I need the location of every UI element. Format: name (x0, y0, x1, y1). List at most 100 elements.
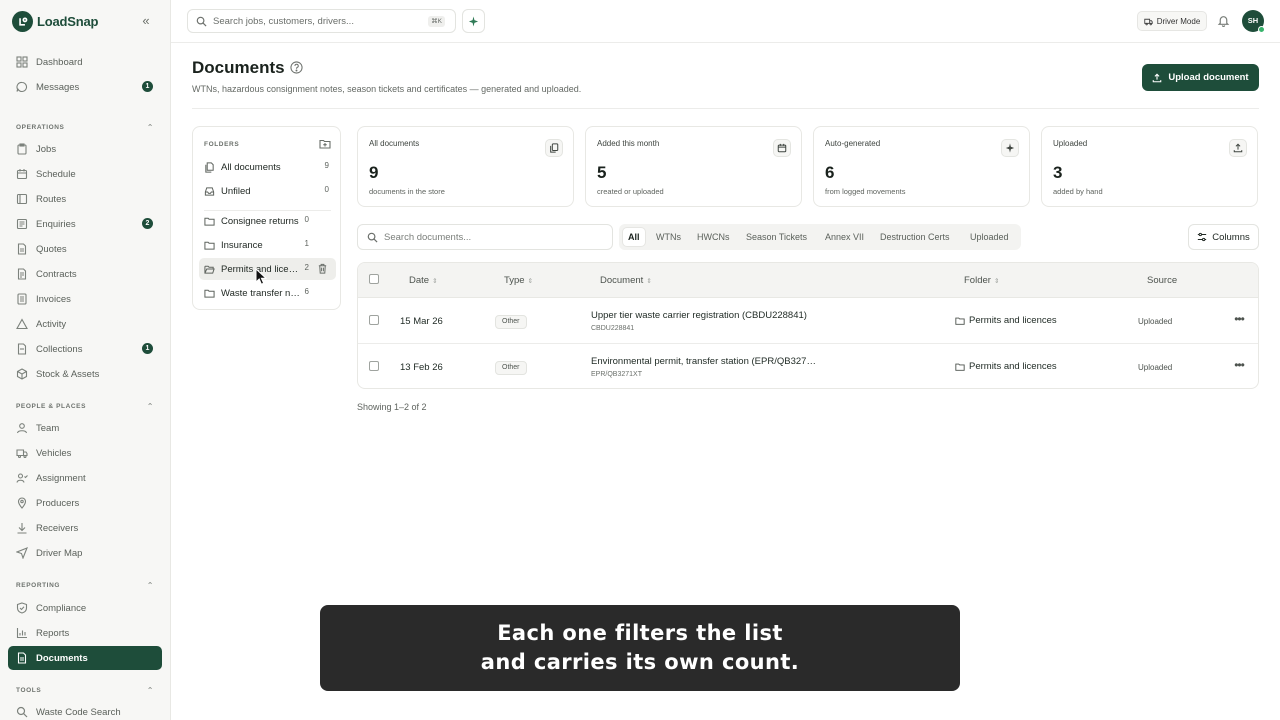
row-checkbox[interactable] (369, 315, 379, 325)
folder-count: 0 (324, 185, 329, 194)
enquiries-badge: 2 (142, 218, 153, 229)
columns-button[interactable]: Columns (1188, 224, 1259, 250)
tab-hwcns[interactable]: HWCNs (692, 228, 735, 246)
row-checkbox[interactable] (369, 361, 379, 371)
ai-assistant-button[interactable] (462, 9, 485, 33)
more-options-icon[interactable]: ••• (1232, 313, 1246, 328)
sidebar-item-reports[interactable]: Reports (8, 621, 162, 645)
section-tools[interactable]: TOOLS ⌃ (16, 686, 154, 699)
sidebar-item-label: Receivers (36, 522, 79, 534)
section-people-places[interactable]: PEOPLE & PLACES ⌃ (16, 402, 154, 415)
sidebar-item-assignment[interactable]: Assignment (8, 466, 162, 490)
stat-card-uploaded[interactable]: Uploaded 3 added by hand (1041, 126, 1258, 207)
document-search-input[interactable]: Search documents... (357, 224, 613, 250)
sidebar-item-activity[interactable]: Activity (8, 312, 162, 336)
delete-folder-icon[interactable] (317, 263, 328, 274)
upload-document-button[interactable]: Upload document (1142, 64, 1259, 91)
tab-uploaded[interactable]: Uploaded (965, 228, 1014, 246)
sidebar-item-contracts[interactable]: Contracts (8, 262, 162, 286)
document-name[interactable]: Upper tier waste carrier registration (C… (591, 310, 807, 321)
stat-value: 6 (825, 163, 835, 182)
row-source: Uploaded (1138, 317, 1173, 326)
tab-annex-vii[interactable]: Annex VII (820, 228, 869, 246)
column-header-date[interactable]: Date ⇕ (409, 275, 438, 286)
inbox-icon (16, 218, 28, 230)
global-search-input[interactable]: Search jobs, customers, drivers... ⌘K (187, 9, 456, 33)
sidebar-item-enquiries[interactable]: Enquiries 2 (8, 212, 162, 236)
document-name[interactable]: Environmental permit, transfer station (… (591, 356, 819, 367)
section-reporting[interactable]: REPORTING ⌃ (16, 581, 154, 594)
search-icon (196, 16, 207, 27)
folder-icon (204, 289, 215, 298)
app-logo[interactable]: LoadSnap (12, 10, 160, 32)
stat-card-added-this-month[interactable]: Added this month 5 created or uploaded (585, 126, 802, 207)
table-row[interactable]: 15 Mar 26 Other Upper tier waste carrier… (358, 298, 1258, 344)
stat-subtitle: from logged movements (825, 187, 906, 196)
folder-consignee-returns[interactable]: Consignee returns 0 (199, 210, 336, 232)
activity-icon (16, 318, 28, 330)
tab-season-tickets[interactable]: Season Tickets (741, 228, 812, 246)
quote-icon (17, 243, 27, 255)
sidebar-item-receivers[interactable]: Receivers (8, 516, 162, 540)
sidebar-item-invoices[interactable]: Invoices (8, 287, 162, 311)
mouse-cursor-icon (255, 268, 268, 285)
folder-count: 2 (304, 263, 309, 272)
folder-all-documents[interactable]: All documents 9 (199, 156, 336, 178)
sidebar-item-vehicles[interactable]: Vehicles (8, 441, 162, 465)
user-avatar[interactable]: SH (1242, 10, 1265, 33)
stat-title: All documents (369, 139, 420, 148)
column-header-document[interactable]: Document ⇕ (600, 275, 652, 286)
tab-all[interactable]: All (623, 228, 645, 246)
driver-mode-label: Driver Mode (1156, 16, 1201, 26)
sidebar-item-stock-assets[interactable]: Stock & Assets (8, 362, 162, 386)
folder-insurance[interactable]: Insurance 1 (199, 234, 336, 256)
search-placeholder: Search documents... (384, 231, 472, 243)
column-header-type[interactable]: Type ⇕ (504, 275, 533, 286)
avatar-initials: SH (1247, 16, 1259, 25)
folder-icon (955, 363, 965, 371)
grid-icon (16, 56, 28, 68)
sidebar-item-routes[interactable]: Routes (8, 187, 162, 211)
table-row[interactable]: 13 Feb 26 Other Environmental permit, tr… (358, 344, 1258, 388)
add-folder-icon[interactable] (319, 138, 331, 150)
stat-card-auto-generated[interactable]: Auto-generated 6 from logged movements (813, 126, 1030, 207)
sidebar-item-quotes[interactable]: Quotes (8, 237, 162, 261)
help-icon[interactable] (290, 61, 303, 74)
sidebar-item-producers[interactable]: Producers (8, 491, 162, 515)
sidebar-item-schedule[interactable]: Schedule (8, 162, 162, 186)
driver-mode-button[interactable]: Driver Mode (1137, 11, 1207, 31)
stat-subtitle: added by hand (1053, 187, 1103, 196)
sidebar-item-label: Enquiries (36, 218, 76, 230)
sidebar-item-documents[interactable]: Documents (8, 646, 162, 670)
sidebar-item-jobs[interactable]: Jobs (8, 137, 162, 161)
calendar-icon (16, 169, 28, 180)
sidebar-item-team[interactable]: Team (8, 416, 162, 440)
section-operations[interactable]: OPERATIONS ⌃ (16, 123, 154, 136)
folder-unfiled[interactable]: Unfiled 0 (199, 180, 336, 202)
download-icon (17, 523, 27, 534)
truck-icon (1144, 18, 1153, 25)
sidebar-item-label: Driver Map (36, 547, 83, 559)
bar-chart-icon (16, 628, 27, 639)
stat-card-all-documents[interactable]: All documents 9 documents in the store (357, 126, 574, 207)
column-header-folder[interactable]: Folder ⇕ (964, 275, 999, 286)
sidebar-item-driver-map[interactable]: Driver Map (8, 541, 162, 565)
sidebar-item-dashboard[interactable]: Dashboard (8, 50, 162, 74)
select-all-checkbox[interactable] (369, 274, 379, 284)
chevron-up-icon: ⌃ (146, 581, 154, 590)
chevron-up-icon: ⌃ (146, 402, 154, 411)
sidebar-item-label: Messages (36, 81, 80, 93)
tab-destruction-certs[interactable]: Destruction Certs (875, 228, 955, 246)
sidebar-item-label: Contracts (36, 268, 77, 280)
sidebar-item-waste-code-search[interactable]: Waste Code Search (8, 700, 162, 720)
collapse-sidebar-icon[interactable]: « (139, 14, 153, 28)
sidebar-item-messages[interactable]: Messages 1 (8, 75, 162, 99)
pagination-summary: Showing 1–2 of 2 (357, 402, 427, 412)
tab-wtns[interactable]: WTNs (651, 228, 686, 246)
bell-icon[interactable] (1217, 14, 1230, 27)
sidebar-item-collections[interactable]: Collections 1 (8, 337, 162, 361)
truck-icon (16, 449, 28, 459)
section-title: REPORTING (16, 582, 61, 589)
more-options-icon[interactable]: ••• (1232, 359, 1246, 374)
sidebar-item-compliance[interactable]: Compliance (8, 596, 162, 620)
